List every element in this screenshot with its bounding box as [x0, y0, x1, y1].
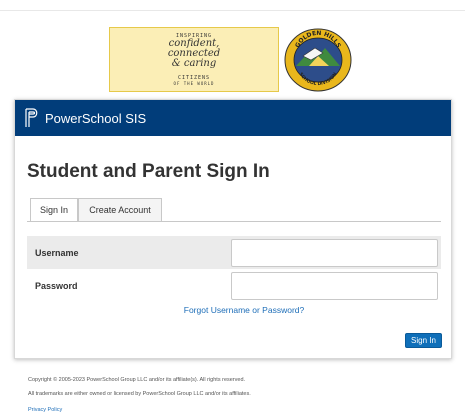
forgot-link-row: Forgot Username or Password? [15, 305, 451, 315]
username-row: Username [27, 236, 441, 271]
password-label: Password [35, 281, 78, 291]
tab-sign-in[interactable]: Sign In [30, 198, 78, 222]
privacy-policy-link[interactable]: Privacy Policy [28, 407, 62, 413]
top-divider [0, 10, 465, 11]
password-input[interactable] [231, 272, 438, 300]
page-title: Student and Parent Sign In [27, 161, 270, 182]
username-input[interactable] [231, 239, 438, 267]
sign-in-card: PowerSchool SIS Student and Parent Sign … [14, 99, 452, 359]
forgot-credentials-link[interactable]: Forgot Username or Password? [184, 305, 304, 315]
tab-divider [27, 221, 441, 222]
tab-create-account[interactable]: Create Account [78, 198, 162, 221]
district-motto-banner: INSPIRING confident, connected & caring … [109, 27, 279, 92]
copyright-text: Copyright © 2005-2023 PowerSchool Group … [28, 377, 246, 383]
trademark-text: All trademarks are either owned or licen… [28, 391, 251, 397]
card-header: PowerSchool SIS [15, 100, 451, 136]
school-division-crest: GOLDEN HILLS SCHOOL DIVISION [284, 28, 352, 92]
password-row: Password [27, 269, 441, 304]
banner-line-6: OF THE WORLD [173, 81, 215, 86]
banner-line-4: & caring [171, 58, 217, 69]
app-title: PowerSchool SIS [45, 111, 147, 126]
powerschool-logo-icon [25, 108, 38, 127]
sign-in-button[interactable]: Sign In [405, 333, 442, 348]
username-label: Username [35, 248, 79, 258]
